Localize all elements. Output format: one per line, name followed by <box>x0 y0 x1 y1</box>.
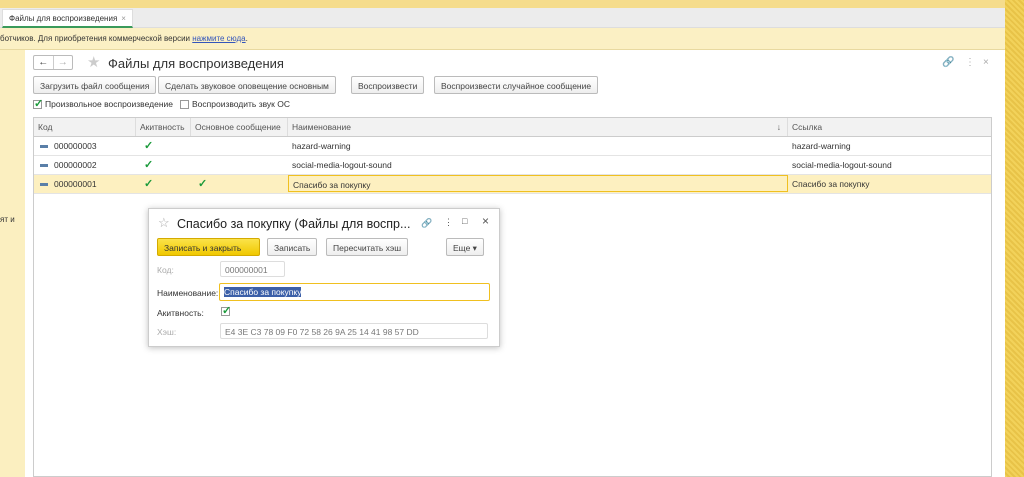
left-panel: ят и <box>0 50 25 477</box>
os-sound-label: Воспроизводить звук ОС <box>192 99 291 109</box>
active-label: Акитвность: <box>157 308 204 318</box>
page-title: Файлы для воспроизведения <box>108 56 284 71</box>
os-sound-checkbox[interactable]: Воспроизводить звук ОС <box>180 99 290 109</box>
more-button[interactable]: Еще ▾ <box>446 238 484 256</box>
close-icon[interactable]: × <box>983 57 989 68</box>
cell-code: 000000001 <box>54 179 97 189</box>
favorite-star-icon[interactable]: ★ <box>87 53 100 71</box>
upload-file-button[interactable]: Загрузить файл сообщения <box>33 76 157 94</box>
cell-name: hazard-warning <box>292 141 351 151</box>
table-header: Код Акитвность Основное сообщение Наимен… <box>34 118 991 137</box>
name-field[interactable]: Спасибо за покупку <box>219 283 490 301</box>
header-name-label: Наименование <box>292 122 351 132</box>
more-icon[interactable]: ⋮ <box>965 57 975 68</box>
hash-field[interactable]: E4 3E C3 78 09 F0 72 58 26 9A 25 14 41 9… <box>220 323 488 339</box>
check-icon: ✓ <box>198 178 208 190</box>
hash-label: Хэш: <box>157 327 177 337</box>
more-icon[interactable]: ⋮ <box>444 217 453 228</box>
tab-label: Файлы для воспроизведения <box>9 14 118 23</box>
maximize-icon[interactable]: □ <box>462 216 467 226</box>
item-icon <box>40 182 48 186</box>
check-icon: ✓ <box>144 178 154 190</box>
header-code[interactable]: Код <box>34 118 136 136</box>
buy-link[interactable]: нажмите сюда <box>192 34 245 43</box>
favorite-star-icon[interactable]: ☆ <box>158 215 170 231</box>
header-active[interactable]: Акитвность <box>136 118 191 136</box>
checkbox-icon[interactable] <box>33 97 43 110</box>
header-link[interactable]: Ссылка <box>788 118 991 136</box>
code-label: Код: <box>157 265 174 275</box>
play-random-button[interactable]: Воспроизвести случайное сообщение <box>434 76 599 94</box>
table-row[interactable]: 000000002 ✓ social-media-logout-sound so… <box>34 156 991 175</box>
name-label: Наименование: <box>157 288 219 298</box>
link-icon[interactable]: 🔗 <box>421 218 432 229</box>
tab-bar: Файлы для воспроизведения × <box>0 8 1005 28</box>
cell-code: 000000003 <box>54 141 97 151</box>
make-default-button[interactable]: Сделать звуковое оповещение основным <box>158 76 336 94</box>
info-end: . <box>245 34 248 43</box>
checkbox-icon[interactable] <box>180 99 189 109</box>
header-name[interactable]: Наименование ↓ <box>288 118 788 136</box>
info-text: ботчиков. Для приобретения коммерческой … <box>0 34 193 43</box>
nav-buttons: ← → <box>33 55 73 70</box>
name-value-selected: Спасибо за покупку <box>224 287 302 297</box>
random-play-label: Произвольное воспроизведение <box>45 99 173 109</box>
link-icon[interactable]: 🔗 <box>942 57 954 68</box>
tab-files[interactable]: Файлы для воспроизведения × <box>2 9 133 28</box>
check-icon: ✓ <box>144 159 154 171</box>
top-bar <box>0 0 1024 8</box>
random-play-checkbox[interactable]: Произвольное воспроизведение <box>33 97 173 110</box>
table-row[interactable]: 000000003 ✓ hazard-warning hazard-warnin… <box>34 137 991 156</box>
back-button[interactable]: ← <box>34 56 53 69</box>
info-bar: ботчиков. Для приобретения коммерческой … <box>0 28 1005 50</box>
sort-down-icon: ↓ <box>776 122 781 132</box>
desktop-background <box>1005 0 1024 477</box>
close-icon[interactable]: × <box>482 214 489 228</box>
cell-code: 000000002 <box>54 160 97 170</box>
check-icon: ✓ <box>144 140 154 152</box>
forward-button[interactable]: → <box>52 56 73 69</box>
dialog-title: Спасибо за покупку (Файлы для воспр... <box>177 217 411 231</box>
left-text: ят и <box>0 215 15 224</box>
active-checkbox[interactable] <box>221 304 231 317</box>
item-dialog: ☆ Спасибо за покупку (Файлы для воспр...… <box>148 208 500 347</box>
cell-name: social-media-logout-sound <box>292 160 392 170</box>
cell-name-editing[interactable]: Спасибо за покупку <box>288 175 788 192</box>
cell-link: Спасибо за покупку <box>792 179 870 189</box>
save-and-close-button[interactable]: Записать и закрыть <box>157 238 260 256</box>
header-main[interactable]: Основное сообщение <box>191 118 288 136</box>
item-icon <box>40 144 48 148</box>
recalculate-hash-button[interactable]: Пересчитать хэш <box>326 238 409 256</box>
cell-link: hazard-warning <box>792 141 851 151</box>
table-row-selected[interactable]: 000000001 ✓ ✓ Спасибо за покупку Спасибо… <box>34 175 991 194</box>
play-button[interactable]: Воспроизвести <box>351 76 425 94</box>
save-button[interactable]: Записать <box>267 238 318 256</box>
code-field[interactable]: 000000001 <box>220 261 285 277</box>
cell-link: social-media-logout-sound <box>792 160 892 170</box>
close-tab-icon[interactable]: × <box>121 14 126 23</box>
item-icon <box>40 163 48 167</box>
